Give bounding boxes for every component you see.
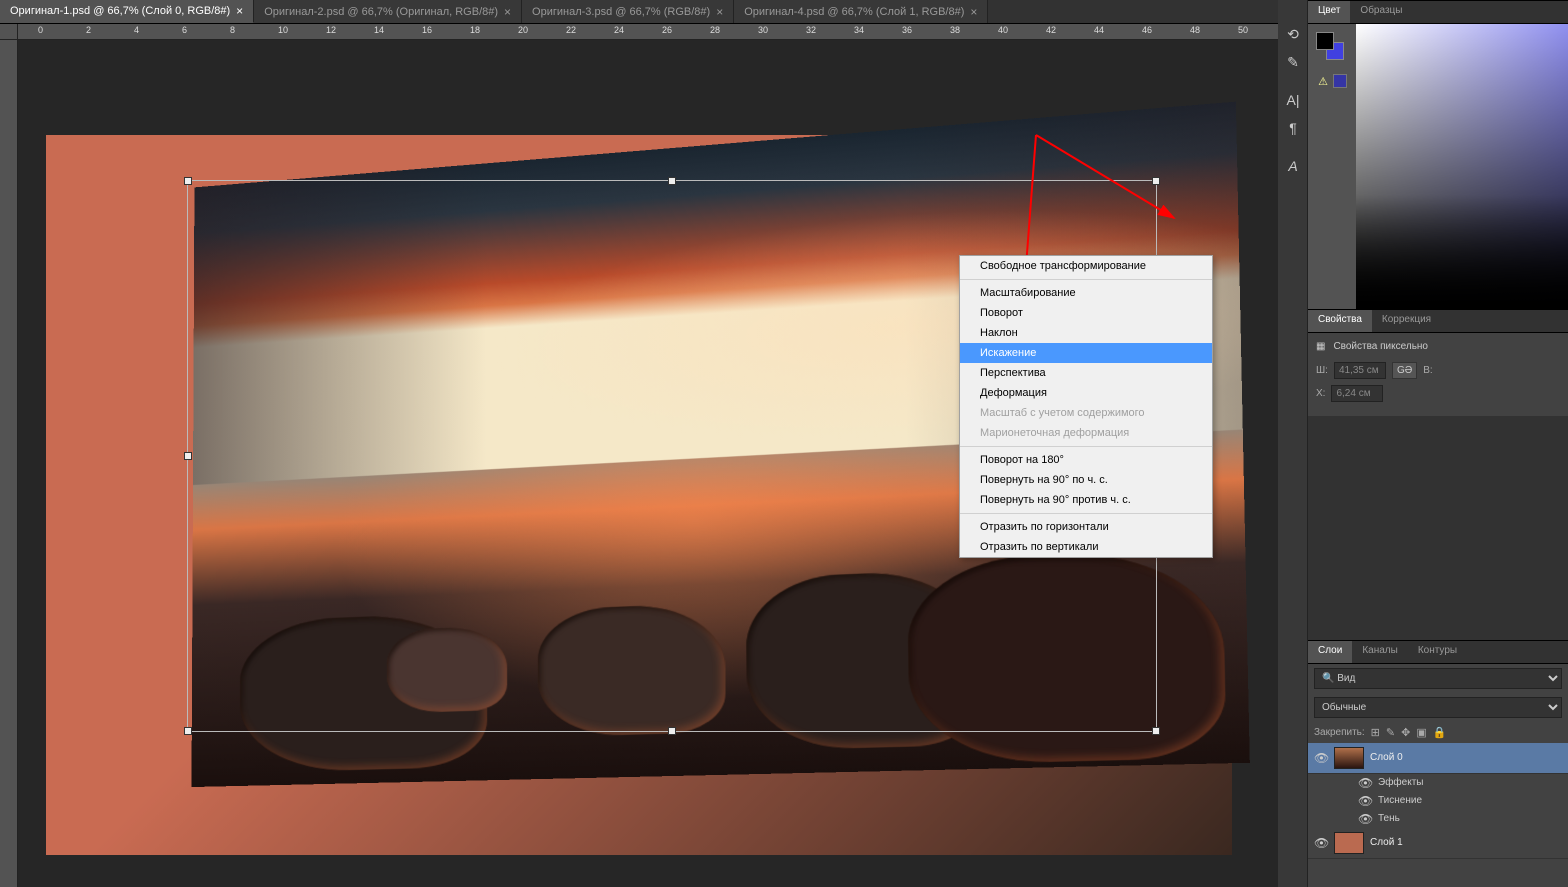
layer-name[interactable]: Слой 0	[1370, 752, 1403, 763]
visibility-toggle-icon[interactable]: 👁	[1358, 794, 1372, 808]
visibility-toggle-icon[interactable]: 👁	[1358, 812, 1372, 826]
width-label: Ш:	[1316, 365, 1328, 376]
lock-transparency-icon[interactable]: ⊞	[1371, 726, 1380, 739]
close-icon[interactable]: ×	[236, 4, 243, 18]
menu-item[interactable]: Повернуть на 90° по ч. с.	[960, 470, 1212, 490]
blend-mode-select[interactable]: Обычные	[1314, 697, 1562, 718]
right-panels: ⟲ ✎ A| ¶ A Цвет Образцы ⚠ Свойства Корре…	[1278, 0, 1568, 887]
menu-item: Масштаб с учетом содержимого	[960, 403, 1212, 423]
effects-label: Эффекты	[1378, 777, 1423, 788]
layer-effects-header[interactable]: 👁 Эффекты	[1308, 774, 1568, 792]
layer-thumbnail[interactable]	[1334, 747, 1364, 769]
menu-item[interactable]: Свободное трансформирование	[960, 256, 1212, 276]
menu-separator	[960, 279, 1212, 280]
tab-layers[interactable]: Слои	[1308, 641, 1352, 663]
collapsed-panel-strip: ⟲ ✎ A| ¶ A	[1278, 0, 1308, 887]
menu-item[interactable]: Деформация	[960, 383, 1212, 403]
tab-doc-4[interactable]: Оригинал-4.psd @ 66,7% (Слой 1, RGB/8#) ×	[734, 0, 988, 23]
paragraph-icon[interactable]: ¶	[1278, 114, 1308, 142]
visibility-toggle-icon[interactable]: 👁	[1314, 836, 1328, 850]
effect-name: Тиснение	[1378, 795, 1422, 806]
glyph-icon[interactable]: A	[1278, 152, 1308, 180]
visibility-toggle-icon[interactable]: 👁	[1314, 751, 1328, 765]
tab-adjustments[interactable]: Коррекция	[1372, 310, 1441, 332]
tab-properties[interactable]: Свойства	[1308, 310, 1372, 332]
menu-item[interactable]: Поворот на 180°	[960, 450, 1212, 470]
menu-item[interactable]: Перспектива	[960, 363, 1212, 383]
lock-position-icon[interactable]: ✥	[1401, 726, 1410, 739]
menu-separator	[960, 513, 1212, 514]
menu-item[interactable]: Повернуть на 90° против ч. с.	[960, 490, 1212, 510]
type-a-icon[interactable]: A|	[1278, 86, 1308, 114]
color-panel: ⚠	[1308, 24, 1568, 309]
width-input[interactable]	[1334, 362, 1386, 379]
tab-doc-3[interactable]: Оригинал-3.psd @ 66,7% (RGB/8#) ×	[522, 0, 734, 23]
menu-item[interactable]: Поворот	[960, 303, 1212, 323]
ruler-vertical[interactable]	[0, 40, 18, 887]
tab-label: Оригинал-1.psd @ 66,7% (Слой 0, RGB/8#)	[10, 5, 230, 17]
x-input[interactable]	[1331, 385, 1383, 402]
properties-title: Свойства пиксельно	[1333, 341, 1428, 352]
lock-label: Закрепить:	[1314, 727, 1365, 738]
layer-effect-item[interactable]: 👁 Тень	[1308, 810, 1568, 828]
properties-panel-tabs: Свойства Коррекция	[1308, 309, 1568, 333]
layer-type-icon: ▦	[1316, 341, 1325, 352]
menu-item[interactable]: Наклон	[960, 323, 1212, 343]
tab-doc-2[interactable]: Оригинал-2.psd @ 66,7% (Оригинал, RGB/8#…	[254, 0, 522, 23]
menu-item[interactable]: Отразить по горизонтали	[960, 517, 1212, 537]
layer-thumbnail[interactable]	[1334, 832, 1364, 854]
tab-channels[interactable]: Каналы	[1352, 641, 1408, 663]
color-picker-field[interactable]	[1356, 24, 1568, 309]
foreground-color-swatch[interactable]	[1316, 32, 1334, 50]
layer-name[interactable]: Слой 1	[1370, 837, 1403, 848]
menu-item[interactable]: Отразить по вертикали	[960, 537, 1212, 557]
tab-color[interactable]: Цвет	[1308, 1, 1350, 23]
menu-item: Марионеточная деформация	[960, 423, 1212, 443]
tab-swatches[interactable]: Образцы	[1350, 1, 1412, 23]
layer-filter-select[interactable]: 🔍 Вид	[1314, 668, 1562, 689]
layer-effect-item[interactable]: 👁 Тиснение	[1308, 792, 1568, 810]
gamut-warning-icon[interactable]: ⚠	[1316, 74, 1330, 88]
effect-name: Тень	[1378, 813, 1400, 824]
history-icon[interactable]: ⟲	[1278, 20, 1308, 48]
menu-separator	[960, 446, 1212, 447]
visibility-toggle-icon[interactable]: 👁	[1358, 776, 1372, 790]
layers-panel-tabs: Слои Каналы Контуры	[1308, 640, 1568, 664]
ruler-corner[interactable]	[0, 24, 18, 40]
tab-doc-1[interactable]: Оригинал-1.psd @ 66,7% (Слой 0, RGB/8#) ×	[0, 0, 254, 23]
color-panel-tabs: Цвет Образцы	[1308, 0, 1568, 24]
menu-item[interactable]: Масштабирование	[960, 283, 1212, 303]
lock-all-icon[interactable]: 🔒	[1433, 726, 1447, 739]
properties-panel: ▦ Свойства пиксельно Ш: GƏ В: X:	[1308, 333, 1568, 416]
character-icon[interactable]: ✎	[1278, 48, 1308, 76]
height-label: В:	[1423, 365, 1432, 376]
layer-item[interactable]: 👁 Слой 0	[1308, 743, 1568, 774]
close-icon[interactable]: ×	[504, 5, 511, 19]
menu-item[interactable]: Искажение	[960, 343, 1212, 363]
layers-panel: 🔍 Вид Обычные Закрепить: ⊞ ✎ ✥ ▣ 🔒 👁 Сло…	[1308, 664, 1568, 887]
close-icon[interactable]: ×	[716, 5, 723, 19]
gamut-color-swatch[interactable]	[1333, 74, 1347, 88]
x-label: X:	[1316, 388, 1325, 399]
tab-label: Оригинал-3.psd @ 66,7% (RGB/8#)	[532, 6, 710, 18]
tab-label: Оригинал-4.psd @ 66,7% (Слой 1, RGB/8#)	[744, 6, 964, 18]
close-icon[interactable]: ×	[970, 5, 977, 19]
transform-context-menu: Свободное трансформирование Масштабирован…	[959, 255, 1213, 558]
lock-brush-icon[interactable]: ✎	[1386, 726, 1395, 739]
lock-artboard-icon[interactable]: ▣	[1416, 726, 1426, 739]
tab-paths[interactable]: Контуры	[1408, 641, 1467, 663]
link-dimensions-button[interactable]: GƏ	[1392, 362, 1417, 379]
layer-item[interactable]: 👁 Слой 1	[1308, 828, 1568, 859]
tab-label: Оригинал-2.psd @ 66,7% (Оригинал, RGB/8#…	[264, 6, 498, 18]
foreground-background-swatches[interactable]	[1316, 32, 1344, 60]
ruler-horizontal[interactable]: 0246810121416182022242628303234363840424…	[18, 24, 1278, 40]
